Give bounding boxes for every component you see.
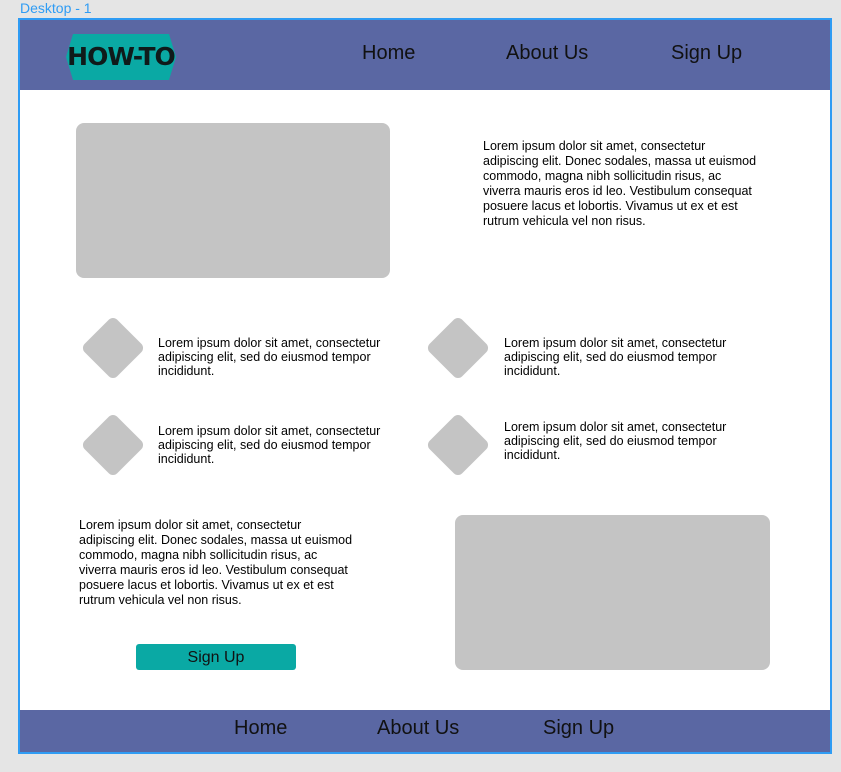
footer-nav-bar: Home About Us Sign Up [20, 710, 830, 752]
nav-home-link[interactable]: Home [362, 42, 415, 65]
logo-text: HOW-TO [67, 42, 176, 71]
feature-icon [80, 412, 146, 478]
logo[interactable]: HOW-TO [65, 30, 177, 84]
bottom-image-placeholder [455, 515, 770, 670]
hero-image-placeholder [76, 123, 390, 278]
frame-label: Desktop - 1 [20, 0, 92, 16]
intro-paragraph: Lorem ipsum dolor sit amet, consectetur … [483, 139, 757, 228]
bottom-paragraph: Lorem ipsum dolor sit amet, consectetur … [79, 518, 353, 607]
nav-about-link[interactable]: About Us [506, 42, 588, 65]
feature-icon [80, 315, 146, 381]
feature-icon [425, 412, 491, 478]
footer-home-link[interactable]: Home [234, 717, 287, 740]
footer-about-link[interactable]: About Us [377, 717, 459, 740]
nav-signup-link[interactable]: Sign Up [671, 42, 742, 65]
feature-text: Lorem ipsum dolor sit amet, consectetur … [504, 336, 727, 378]
feature-text: Lorem ipsum dolor sit amet, consectetur … [158, 336, 381, 378]
feature-icon [425, 315, 491, 381]
feature-text: Lorem ipsum dolor sit amet, consectetur … [158, 424, 381, 466]
footer-signup-link[interactable]: Sign Up [543, 717, 614, 740]
header-nav-bar: HOW-TO Home About Us Sign Up [20, 20, 830, 90]
desktop-frame: HOW-TO Home About Us Sign Up Lorem ipsum… [18, 18, 832, 754]
feature-text: Lorem ipsum dolor sit amet, consectetur … [504, 420, 727, 462]
signup-cta-button[interactable]: Sign Up [136, 644, 296, 670]
